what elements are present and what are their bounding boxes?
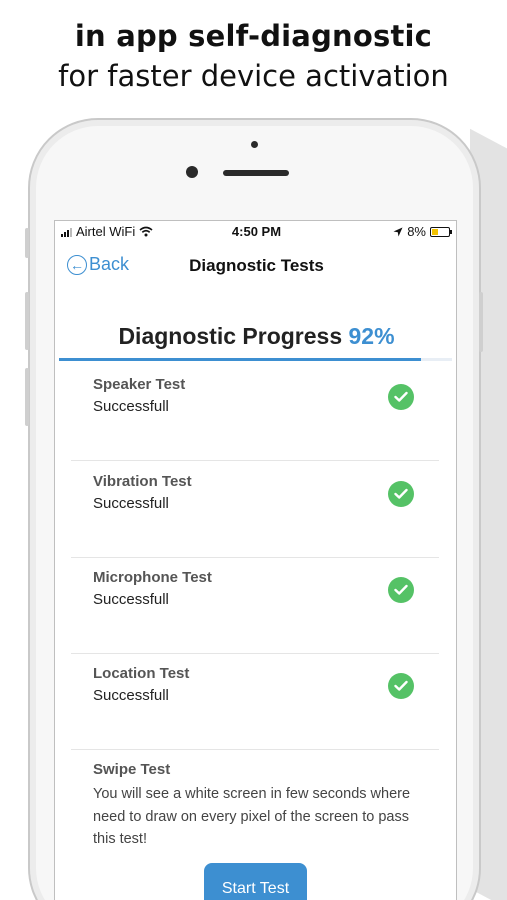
promo-headline: in app self-diagnostic for faster device… <box>0 16 507 96</box>
test-name: Microphone Test <box>93 569 212 586</box>
test-status: Successfull <box>93 687 169 704</box>
check-icon <box>388 577 414 603</box>
test-row-microphone: Microphone Test Successfull <box>71 557 439 654</box>
progress-percent: 92% <box>348 323 395 349</box>
page-title: Diagnostic Tests <box>189 256 324 275</box>
test-name: Vibration Test <box>93 473 192 490</box>
test-status: Successfull <box>93 398 169 415</box>
headline-subtitle: for faster device activation <box>58 59 449 93</box>
test-row-location: Location Test Successfull <box>71 653 439 750</box>
progress-heading: Diagnostic Progress 92% <box>55 323 456 350</box>
status-bar: Airtel WiFi 4:50 PM 8% <box>55 221 456 243</box>
test-name: Location Test <box>93 665 190 682</box>
test-name: Speaker Test <box>93 376 186 393</box>
check-icon <box>388 481 414 507</box>
phone-volume-up-button <box>25 292 29 350</box>
battery-icon <box>430 226 452 237</box>
phone-silent-switch <box>25 228 29 258</box>
progress-label: Diagnostic Progress <box>118 323 343 349</box>
headline-title: in app self-diagnostic <box>74 19 433 53</box>
phone-sensor <box>251 141 258 148</box>
test-status: Successfull <box>93 591 169 608</box>
location-arrow-icon <box>393 227 403 236</box>
progress-bar-fill <box>59 358 421 361</box>
test-row-vibration: Vibration Test Successfull <box>71 461 439 558</box>
start-test-button[interactable]: Start Test <box>204 863 307 900</box>
check-icon <box>388 673 414 699</box>
phone-volume-down-button <box>25 368 29 426</box>
phone-earpiece <box>223 170 289 176</box>
app-screen: Airtel WiFi 4:50 PM 8% ← Back Diagnostic… <box>54 220 457 900</box>
progress-bar <box>59 358 452 361</box>
phone-power-button <box>479 292 483 352</box>
battery-percent: 8% <box>407 224 426 239</box>
test-status: Successfull <box>93 495 169 512</box>
check-icon <box>388 384 414 410</box>
swipe-test-description: You will see a white screen in few secon… <box>93 786 411 847</box>
navigation-bar: ← Back Diagnostic Tests <box>55 251 456 283</box>
phone-camera <box>186 166 198 178</box>
test-row-speaker: Speaker Test Successfull <box>71 364 439 461</box>
swipe-test-title: Swipe Test <box>93 761 171 778</box>
status-right: 8% <box>393 224 452 239</box>
